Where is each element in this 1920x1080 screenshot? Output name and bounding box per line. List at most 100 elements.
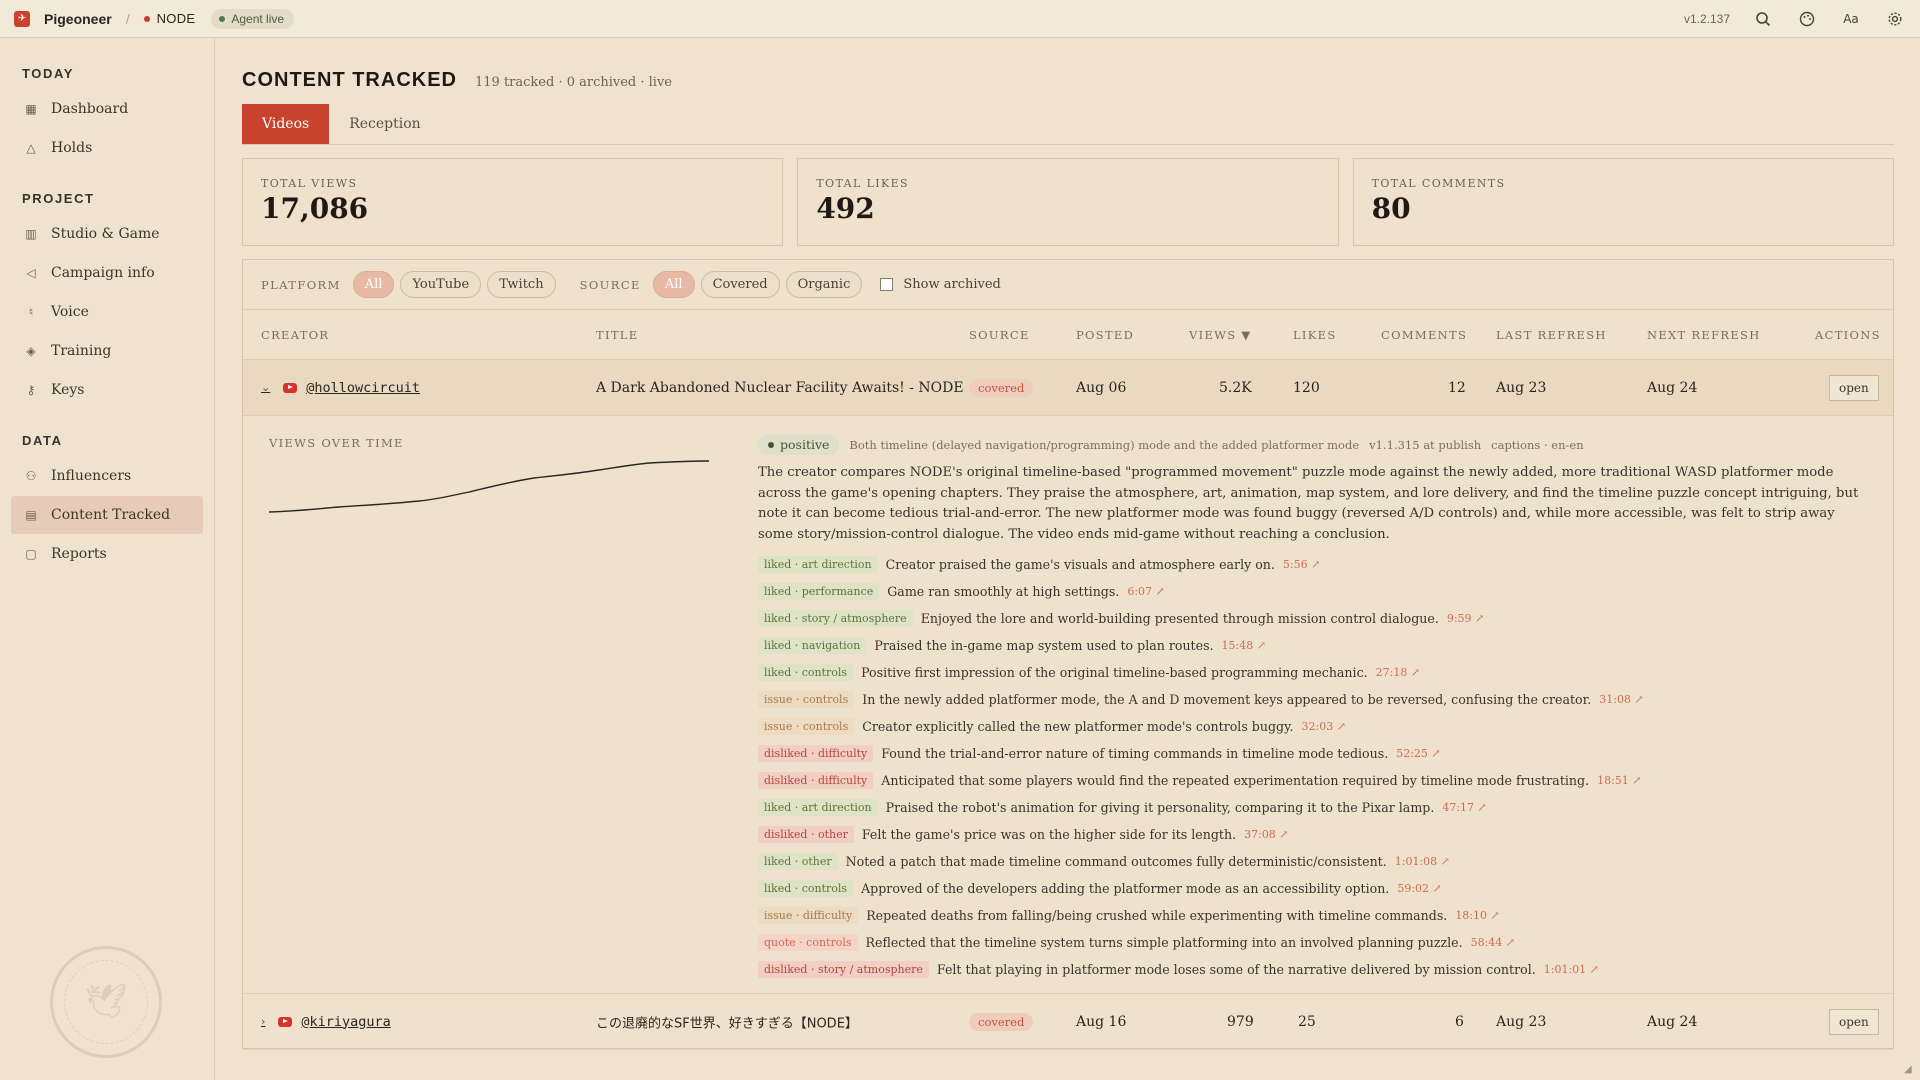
feedback-item: liked · navigation Praised the in-game ma… bbox=[758, 632, 1868, 659]
sidebar-item-keys[interactable]: ⚷ Keys bbox=[11, 371, 203, 409]
creator-handle[interactable]: @kiriyagura bbox=[301, 1014, 390, 1030]
feedback-item: disliked · difficulty Found the trial-and… bbox=[758, 740, 1868, 767]
feedback-item: disliked · difficulty Anticipated that so… bbox=[758, 767, 1868, 794]
brand-name[interactable]: Pigeoneer bbox=[44, 11, 112, 27]
sidebar-item-voice[interactable]: ♮ Voice bbox=[11, 293, 203, 331]
sentiment-dot bbox=[768, 441, 774, 448]
sidebar-item-label: Training bbox=[51, 343, 112, 359]
timestamp-link[interactable]: 18:10 ↗ bbox=[1455, 909, 1499, 922]
feedback-tag: liked · performance bbox=[758, 583, 880, 600]
timestamp-link[interactable]: 47:17 ↗ bbox=[1442, 801, 1486, 814]
timestamp-link[interactable]: 1:01:08 ↗ bbox=[1395, 855, 1450, 868]
col-header-title[interactable]: TITLE bbox=[596, 328, 638, 342]
source-chip-all[interactable]: All bbox=[652, 271, 695, 298]
users-icon: ⚇ bbox=[25, 469, 37, 483]
table-row[interactable]: ⌄ @hollowcircuit A Dark Abandoned Nuclea… bbox=[243, 360, 1893, 416]
gear-icon[interactable] bbox=[1884, 8, 1906, 30]
sidebar-item-dashboard[interactable]: ▦ Dashboard bbox=[11, 90, 203, 128]
show-archived-checkbox[interactable] bbox=[880, 278, 894, 291]
chevron-down-icon[interactable]: ⌄ bbox=[261, 381, 270, 394]
feedback-text: Praised the robot's animation for giving… bbox=[885, 800, 1435, 815]
open-button[interactable]: open bbox=[1829, 374, 1879, 401]
source-badge: covered bbox=[969, 1012, 1034, 1031]
col-header-comments[interactable]: COMMENTS bbox=[1381, 328, 1467, 342]
stats-row: TOTAL VIEWS 17,086 TOTAL LIKES 492 TOTAL… bbox=[242, 158, 1894, 246]
timestamp-link[interactable]: 37:08 ↗ bbox=[1244, 828, 1288, 841]
timestamp-link[interactable]: 1:01:01 ↗ bbox=[1544, 963, 1599, 976]
feedback-item: issue · controls In the newly added platf… bbox=[758, 686, 1868, 713]
source-chip-covered[interactable]: Covered bbox=[700, 271, 780, 298]
feedback-item: liked · performance Game ran smoothly at … bbox=[758, 578, 1868, 605]
last-refresh: Aug 23 bbox=[1496, 379, 1547, 396]
feedback-item: liked · story / atmosphere Enjoyed the lo… bbox=[758, 605, 1868, 632]
sidebar-item-training[interactable]: ◈ Training bbox=[11, 332, 203, 370]
timestamp-link[interactable]: 59:02 ↗ bbox=[1397, 882, 1441, 895]
timestamp-link[interactable]: 32:03 ↗ bbox=[1302, 720, 1346, 733]
timestamp-link[interactable]: 9:59 ↗ bbox=[1447, 612, 1484, 625]
analysis-meta: positive Both timeline (delayed navigati… bbox=[758, 434, 1868, 455]
platform-chip-youtube[interactable]: YouTube bbox=[400, 271, 482, 298]
feedback-item: issue · controls Creator explicitly calle… bbox=[758, 713, 1868, 740]
sidebar-item-influencers[interactable]: ⚇ Influencers bbox=[11, 457, 203, 495]
video-summary: The creator compares NODE's original tim… bbox=[758, 465, 1859, 542]
open-button[interactable]: open bbox=[1829, 1008, 1879, 1035]
timestamp-link[interactable]: 6:07 ↗ bbox=[1127, 585, 1164, 598]
timestamp-link[interactable]: 58:44 ↗ bbox=[1471, 936, 1515, 949]
posted-date: Aug 06 bbox=[1076, 379, 1127, 396]
sidebar-item-label: Keys bbox=[51, 382, 85, 398]
table-header: CREATOR TITLE SOURCE POSTED VIEWS ▼ LIKE… bbox=[243, 310, 1893, 360]
creator-cell[interactable]: › @kiriyagura bbox=[261, 1014, 391, 1030]
show-archived-label[interactable]: Show archived bbox=[903, 277, 1001, 292]
timestamp-link[interactable]: 15:48 ↗ bbox=[1222, 639, 1266, 652]
content-table: PLATFORM All YouTube Twitch SOURCE All C… bbox=[242, 259, 1894, 1050]
timestamp-link[interactable]: 5:56 ↗ bbox=[1283, 558, 1320, 571]
sidebar-item-campaign-info[interactable]: ◁ Campaign info bbox=[11, 254, 203, 292]
sidebar-item-label: Holds bbox=[51, 140, 93, 156]
pigeon-icon: 🕊 bbox=[64, 960, 148, 1044]
feedback-tag: disliked · difficulty bbox=[758, 772, 874, 789]
chevron-right-icon[interactable]: › bbox=[261, 1015, 265, 1028]
sidebar-item-studio-game[interactable]: ▥ Studio & Game bbox=[11, 215, 203, 253]
stat-card-views: TOTAL VIEWS 17,086 bbox=[242, 158, 784, 246]
font-size-icon[interactable]: Aa bbox=[1840, 8, 1862, 30]
col-header-last-refresh[interactable]: LAST REFRESH bbox=[1496, 328, 1607, 342]
source-chip-organic[interactable]: Organic bbox=[785, 271, 863, 298]
feedback-tag: liked · other bbox=[758, 853, 838, 870]
timestamp-link[interactable]: 31:08 ↗ bbox=[1599, 693, 1643, 706]
key-icon: ⚷ bbox=[26, 383, 36, 397]
col-header-next-refresh[interactable]: NEXT REFRESH bbox=[1647, 328, 1761, 342]
timestamp-link[interactable]: 18:51 ↗ bbox=[1597, 774, 1641, 787]
analysis-context: Both timeline (delayed navigation/progra… bbox=[849, 437, 1360, 452]
timestamp-link[interactable]: 52:25 ↗ bbox=[1396, 747, 1440, 760]
feedback-text: Noted a patch that made timeline command… bbox=[845, 854, 1387, 869]
col-header-views[interactable]: VIEWS ▼ bbox=[1189, 328, 1252, 342]
feedback-tag: disliked · story / atmosphere bbox=[758, 961, 929, 978]
megaphone-icon: ◁ bbox=[26, 266, 36, 280]
feedback-text: Praised the in-game map system used to p… bbox=[874, 638, 1214, 653]
pigeoneer-logo-icon[interactable]: ✈ bbox=[14, 10, 30, 27]
col-header-posted[interactable]: POSTED bbox=[1076, 328, 1134, 342]
table-row[interactable]: › @kiriyagura この退廃的なSF世界、好きすぎる【NODE】 cov… bbox=[243, 994, 1893, 1050]
resize-grip-icon[interactable]: ◢ bbox=[1904, 1064, 1916, 1076]
feedback-text: Reflected that the timeline system turns… bbox=[865, 935, 1463, 950]
tab-reception[interactable]: Reception bbox=[329, 104, 440, 144]
palette-icon[interactable] bbox=[1796, 8, 1818, 30]
source-badge: covered bbox=[969, 378, 1034, 397]
col-header-source[interactable]: SOURCE bbox=[969, 328, 1030, 342]
sidebar-item-content-tracked[interactable]: ▤ Content Tracked bbox=[11, 496, 203, 534]
timestamp-link[interactable]: 27:18 ↗ bbox=[1376, 666, 1420, 679]
tab-videos[interactable]: Videos bbox=[242, 104, 330, 144]
creator-cell[interactable]: ⌄ @hollowcircuit bbox=[261, 380, 420, 396]
platform-chip-twitch[interactable]: Twitch bbox=[487, 271, 556, 298]
creator-handle[interactable]: @hollowcircuit bbox=[306, 380, 420, 396]
platform-chip-all[interactable]: All bbox=[352, 271, 395, 298]
feedback-text: Creator explicitly called the new platfo… bbox=[862, 719, 1294, 734]
sidebar-item-holds[interactable]: △ Holds bbox=[11, 129, 203, 167]
sidebar-item-reports[interactable]: ▢ Reports bbox=[11, 535, 203, 573]
search-icon[interactable] bbox=[1752, 8, 1774, 30]
feedback-tag: issue · difficulty bbox=[758, 907, 859, 924]
project-switcher[interactable]: NODE bbox=[143, 11, 196, 26]
col-header-creator[interactable]: CREATOR bbox=[261, 328, 329, 342]
project-status-dot bbox=[143, 15, 150, 22]
col-header-likes[interactable]: LIKES bbox=[1293, 328, 1337, 342]
